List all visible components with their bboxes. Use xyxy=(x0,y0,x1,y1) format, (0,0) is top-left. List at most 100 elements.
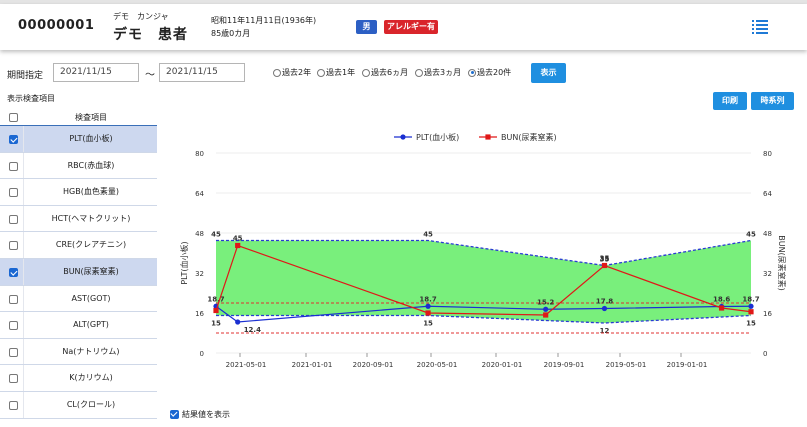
legend-plt-marker xyxy=(400,134,406,140)
y-axis-right-title: BUN(尿素窒素) xyxy=(777,235,787,291)
radio-circle xyxy=(273,68,281,77)
allergy-badge: アレルギー有 xyxy=(384,20,438,34)
patient-header: 00000001 デモ カンジャ デモ 患者 昭和11年11月11日(1936年… xyxy=(0,4,807,50)
item-row[interactable]: ALT(GPT) xyxy=(0,312,157,339)
patient-name: デモ 患者 xyxy=(113,27,188,43)
radio-past-6-months[interactable]: 過去6ヵ月 xyxy=(362,67,408,78)
radio-circle xyxy=(362,68,370,77)
period-label: 期間指定 xyxy=(7,71,44,81)
row-divider xyxy=(23,152,24,179)
plt-data-point xyxy=(748,303,754,309)
item-checkbox[interactable] xyxy=(9,400,18,410)
show-values-label: 結果値を表示 xyxy=(182,410,230,419)
data-label: 18.7 xyxy=(419,295,436,303)
band-lower-label: 15 xyxy=(423,320,433,328)
data-label: 18.7 xyxy=(742,295,759,303)
item-checkbox[interactable] xyxy=(9,294,18,304)
item-label: HCT(ヘマトクリット) xyxy=(51,213,131,223)
row-divider xyxy=(23,365,24,391)
plt-data-point xyxy=(235,319,241,325)
show-button[interactable]: 表示 xyxy=(531,63,566,83)
item-label: K(カリウム) xyxy=(69,373,113,383)
bun-data-point xyxy=(748,309,754,315)
items-panel-title: 表示検査項目 xyxy=(7,94,55,103)
item-row[interactable]: HCT(ヘマトクリット) xyxy=(0,205,157,233)
x-tick-label: 2019-09-01 xyxy=(544,361,585,369)
item-checkbox[interactable] xyxy=(9,321,18,331)
row-divider xyxy=(23,126,24,152)
item-label: HGB(血色素量) xyxy=(63,187,119,197)
data-label: 35 xyxy=(600,255,610,263)
radio-past-3-months[interactable]: 過去3ヵ月 xyxy=(415,67,461,78)
x-tick-label: 2020-09-01 xyxy=(353,361,394,369)
item-row[interactable]: CL(クロール) xyxy=(0,391,157,419)
series-button[interactable]: 時系列 xyxy=(751,92,794,110)
show-values-checkbox[interactable] xyxy=(170,410,179,419)
item-row[interactable]: CRE(クレアチニン) xyxy=(0,232,157,259)
y-tick-left: 64 xyxy=(195,190,204,198)
select-all-checkbox[interactable] xyxy=(9,113,18,122)
x-tick-label: 2021-01-01 xyxy=(292,361,333,369)
y-tick-left: 48 xyxy=(195,230,204,238)
item-row[interactable]: RBC(赤血球) xyxy=(0,152,157,180)
y-axis-left-title: PLT(血小板) xyxy=(179,241,189,284)
print-button[interactable]: 印刷 xyxy=(713,92,747,110)
band-lower-label: 15 xyxy=(211,320,221,328)
y-tick-right: 16 xyxy=(763,310,772,318)
radio-past-2-years[interactable]: 過去2年 xyxy=(273,67,311,78)
plt-data-point xyxy=(425,303,431,309)
row-divider xyxy=(23,258,24,285)
data-label: 15.2 xyxy=(537,298,554,306)
items-table: 検査項目 PLT(血小板) RBC(赤血球) HGB(血色素量) HCT(ヘマトクリッ… xyxy=(0,110,157,419)
y-tick-left: 0 xyxy=(200,350,204,358)
bun-data-point xyxy=(601,262,608,269)
bun-data-point xyxy=(213,307,219,314)
item-row[interactable]: Na(ナトリウム) xyxy=(0,338,157,366)
x-tick-label: 2020-01-01 xyxy=(482,361,523,369)
app-root: 00000001 デモ カンジャ デモ 患者 昭和11年11月11日(1936年… xyxy=(0,0,807,427)
sex-badge: 男 xyxy=(356,20,377,34)
date-from-input[interactable]: 2021/11/15 xyxy=(53,63,139,82)
item-checkbox[interactable] xyxy=(9,267,18,277)
radio-label: 過去20件 xyxy=(477,68,512,77)
data-label: 17.8 xyxy=(596,298,613,306)
data-label: 18.7 xyxy=(207,295,224,303)
item-checkbox[interactable] xyxy=(9,347,18,357)
bun-data-point xyxy=(425,310,431,316)
y-tick-left: 16 xyxy=(195,310,204,318)
item-label: PLT(血小板) xyxy=(69,134,113,143)
item-checkbox[interactable] xyxy=(9,214,18,224)
item-label: Na(ナトリウム) xyxy=(62,346,120,356)
item-row[interactable]: K(カリウム) xyxy=(0,365,157,392)
show-values-toggle[interactable]: 結果値を表示 xyxy=(170,409,230,420)
band-lower-label: 12 xyxy=(600,327,610,335)
y-tick-left: 80 xyxy=(195,150,204,158)
item-checkbox[interactable] xyxy=(9,188,18,198)
item-checkbox[interactable] xyxy=(9,161,18,171)
patient-birthdate: 昭和11年11月11日(1936年) xyxy=(211,16,317,25)
date-to-input[interactable]: 2021/11/15 xyxy=(159,63,245,82)
data-label: 18.6 xyxy=(713,296,730,304)
radio-circle xyxy=(415,68,423,77)
item-checkbox[interactable] xyxy=(9,135,18,144)
item-checkbox[interactable] xyxy=(9,374,18,384)
item-label: AST(GOT) xyxy=(71,293,111,303)
list-menu-icon[interactable] xyxy=(752,19,768,35)
legend-bun-marker xyxy=(485,134,491,140)
y-tick-right: 0 xyxy=(763,350,767,358)
item-row[interactable]: PLT(血小板) xyxy=(0,126,157,153)
radio-past-1-year[interactable]: 過去1年 xyxy=(317,67,355,78)
band-upper-label: 45 xyxy=(211,231,221,239)
item-row[interactable]: AST(GOT) xyxy=(0,285,157,313)
radio-label: 過去6ヵ月 xyxy=(371,68,409,77)
item-row[interactable]: BUN(尿素窒素) xyxy=(0,258,157,286)
row-divider xyxy=(23,285,24,312)
item-checkbox[interactable] xyxy=(9,241,18,251)
items-header-label: 検査項目 xyxy=(75,113,107,122)
radio-label: 過去2年 xyxy=(282,68,312,77)
item-row[interactable]: HGB(血色素量) xyxy=(0,179,157,206)
range-separator: 〜 xyxy=(145,70,155,81)
radio-past-20-records[interactable]: 過去20件 xyxy=(468,67,511,78)
patient-id: 00000001 xyxy=(18,18,95,33)
radio-circle xyxy=(317,68,325,77)
